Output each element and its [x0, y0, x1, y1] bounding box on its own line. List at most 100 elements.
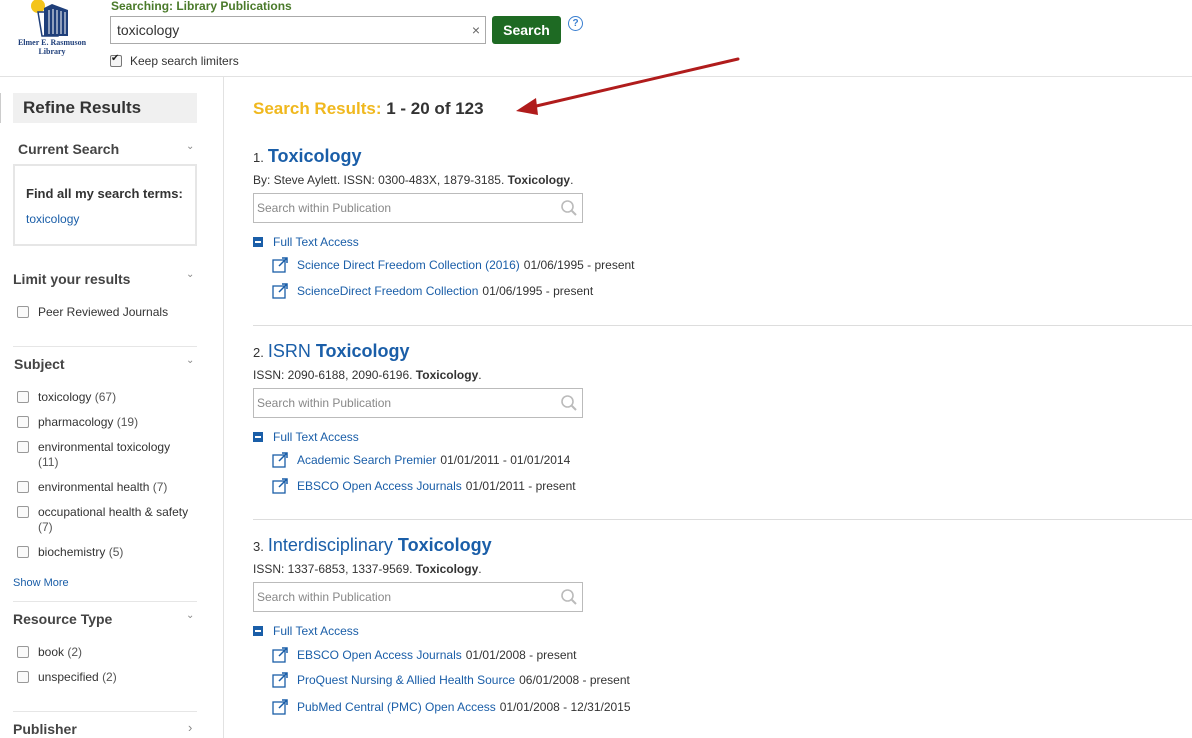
result-divider: [253, 325, 1192, 326]
filter-label-text: environmental health: [38, 480, 150, 494]
search-within-box: [253, 582, 583, 612]
access-link-row: PubMed Central (PMC) Open Access 01/01/20…: [272, 699, 631, 715]
divider: [13, 601, 197, 602]
help-icon[interactable]: ?: [568, 16, 583, 31]
result-title-plain[interactable]: Interdisciplinary: [268, 535, 393, 555]
filter-count: (19): [116, 415, 139, 429]
filter-label-text: pharmacology: [38, 415, 114, 429]
external-link-icon[interactable]: [272, 699, 290, 715]
clear-search-icon[interactable]: ×: [472, 22, 480, 38]
filter-checkbox[interactable]: [17, 481, 29, 493]
filter-count: (67): [94, 390, 117, 404]
logo-line-1: Elmer E. Rasmuson: [17, 38, 87, 47]
search-icon[interactable]: [560, 394, 578, 412]
external-link-icon[interactable]: [272, 647, 290, 663]
access-link[interactable]: ProQuest Nursing & Allied Health Source: [297, 673, 515, 687]
result-meta-bold: Toxicology: [507, 173, 571, 187]
keep-limiters[interactable]: Keep search limiters: [110, 53, 239, 68]
access-dates: 01/01/2011 - 01/01/2014: [440, 453, 571, 467]
external-link-icon[interactable]: [272, 672, 290, 688]
searching-label: Searching: Library Publications: [111, 0, 292, 13]
external-link-icon[interactable]: [272, 452, 290, 468]
access-link-row: ProQuest Nursing & Allied Health Source 0…: [272, 672, 630, 688]
access-dates: 01/01/2008 - present: [465, 648, 577, 662]
access-link[interactable]: EBSCO Open Access Journals: [297, 479, 462, 493]
filter-label-text: unspecified: [38, 670, 99, 684]
filter-label: biochemistry (5): [38, 545, 198, 560]
library-logo[interactable]: Elmer E. Rasmuson Library: [8, 0, 96, 60]
access-link-row: EBSCO Open Access Journals 01/01/2011 - p…: [272, 478, 576, 494]
filter-checkbox[interactable]: [17, 306, 29, 318]
full-text-access-toggle[interactable]: Full Text Access: [253, 235, 359, 249]
result-title[interactable]: 3. Interdisciplinary Toxicology: [253, 535, 1192, 556]
filter-checkbox[interactable]: [17, 416, 29, 428]
full-text-access-toggle[interactable]: Full Text Access: [253, 624, 359, 638]
filter-label: occupational health & safety (7): [38, 505, 198, 535]
external-link-icon[interactable]: [272, 257, 290, 273]
keep-limiters-label: Keep search limiters: [130, 54, 239, 68]
result-meta: ISSN: 1337-6853, 1337-9569. Toxicology.: [253, 562, 482, 576]
filter-count: (7): [38, 520, 53, 534]
search-button[interactable]: Search: [492, 16, 561, 44]
resource-type-heading[interactable]: Resource Type: [13, 611, 112, 627]
search-within-input[interactable]: [257, 584, 552, 610]
search-within-input[interactable]: [257, 195, 552, 221]
full-text-access-toggle[interactable]: Full Text Access: [253, 430, 359, 444]
search-input[interactable]: [117, 18, 457, 42]
current-search-heading[interactable]: Current Search: [18, 141, 119, 157]
filter-count: (5): [108, 545, 124, 559]
search-icon[interactable]: [560, 199, 578, 217]
result-number: 3.: [253, 539, 264, 554]
collapse-icon[interactable]: [253, 237, 263, 247]
chevron-down-icon[interactable]: ⌄: [186, 269, 194, 280]
filter-label: Peer Reviewed Journals: [38, 305, 169, 319]
result-title-bold[interactable]: Toxicology: [268, 146, 362, 166]
chevron-right-icon[interactable]: ›: [188, 720, 192, 735]
access-link[interactable]: Science Direct Freedom Collection (2016): [297, 258, 520, 272]
access-link[interactable]: PubMed Central (PMC) Open Access: [297, 700, 496, 714]
search-within-box: [253, 193, 583, 223]
chevron-down-icon[interactable]: ⌄: [186, 610, 194, 621]
subject-heading[interactable]: Subject: [14, 356, 65, 372]
access-link-row: EBSCO Open Access Journals 01/01/2008 - p…: [272, 647, 577, 663]
filter-label: environmental toxicology (11): [38, 440, 188, 470]
result-title[interactable]: 1. Toxicology: [253, 146, 1192, 167]
result-title[interactable]: 2. ISRN Toxicology: [253, 341, 1192, 362]
search-icon[interactable]: [560, 588, 578, 606]
access-link[interactable]: EBSCO Open Access Journals: [297, 648, 462, 662]
current-search-term[interactable]: toxicology: [26, 212, 79, 226]
collapse-icon[interactable]: [253, 626, 263, 636]
access-link-row: ScienceDirect Freedom Collection 01/06/19…: [272, 283, 593, 299]
keep-limiters-checkbox[interactable]: [110, 53, 122, 67]
result-number: 1.: [253, 150, 264, 165]
limit-results-heading[interactable]: Limit your results: [13, 271, 130, 287]
search-within-input[interactable]: [257, 390, 552, 416]
external-link-icon[interactable]: [272, 283, 290, 299]
filter-label: toxicology (67): [38, 390, 198, 405]
collapse-icon[interactable]: [253, 432, 263, 442]
filter-label: unspecified (2): [38, 670, 198, 685]
show-more-link[interactable]: Show More: [13, 577, 69, 589]
external-link-icon[interactable]: [272, 478, 290, 494]
result-title-plain[interactable]: ISRN: [268, 341, 311, 361]
publisher-heading[interactable]: Publisher: [13, 721, 77, 737]
filter-checkbox[interactable]: [17, 441, 29, 453]
access-link[interactable]: Academic Search Premier: [297, 453, 436, 467]
filter-checkbox[interactable]: [17, 506, 29, 518]
sidebar-edge: [0, 93, 5, 123]
filter-label: book (2): [38, 645, 198, 660]
filter-checkbox[interactable]: [17, 546, 29, 558]
chevron-down-icon[interactable]: ⌄: [186, 141, 194, 152]
filter-label-text: biochemistry: [38, 545, 106, 559]
filter-checkbox[interactable]: [17, 671, 29, 683]
filter-checkbox[interactable]: [17, 391, 29, 403]
search-within-box: [253, 388, 583, 418]
find-all-label: Find all my search terms:: [26, 186, 183, 201]
access-link[interactable]: ScienceDirect Freedom Collection: [297, 284, 478, 298]
result-item: 1. Toxicology By: Steve Aylett. ISSN: 030…: [253, 146, 1192, 299]
result-title-bold[interactable]: Toxicology: [316, 341, 410, 361]
chevron-down-icon[interactable]: ⌄: [186, 355, 194, 366]
filter-checkbox[interactable]: [17, 646, 29, 658]
result-title-bold[interactable]: Toxicology: [398, 535, 492, 555]
result-meta-text: By: Steve Aylett. ISSN: 0300-483X, 1879-…: [253, 173, 505, 187]
